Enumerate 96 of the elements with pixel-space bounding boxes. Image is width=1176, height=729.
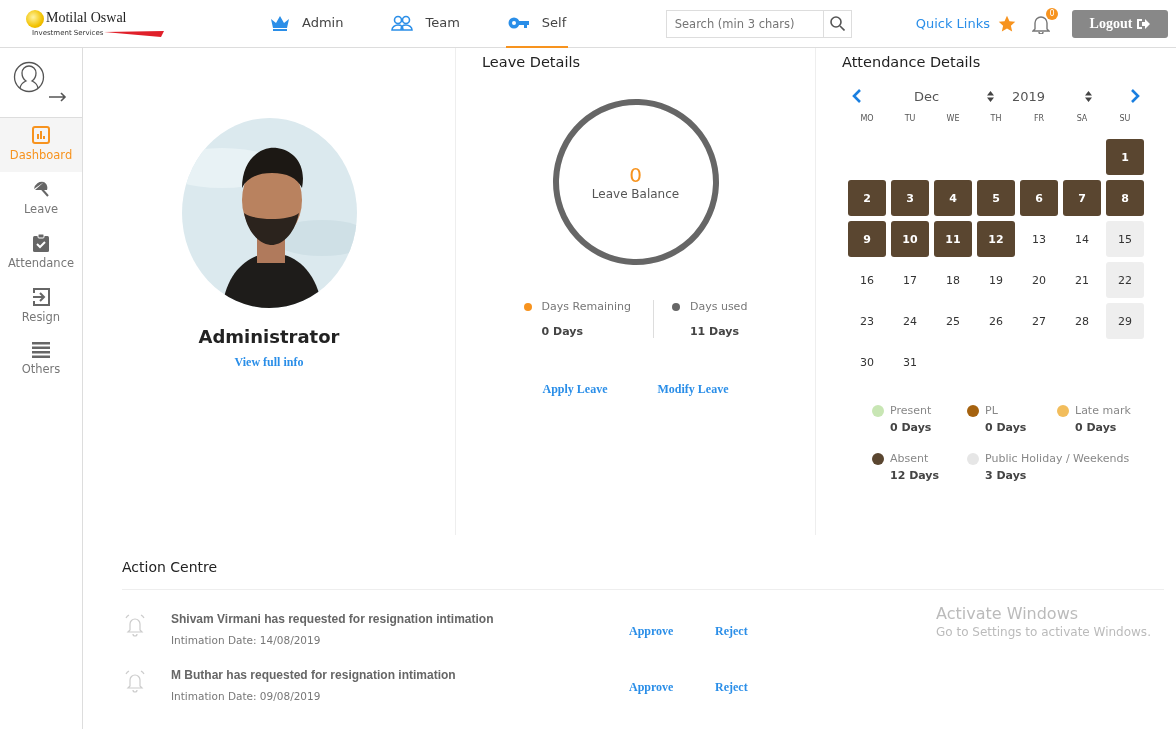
section-title: Action Centre bbox=[122, 559, 1164, 590]
search-field[interactable]: Search (min 3 chars) bbox=[665, 9, 824, 38]
calendar-day[interactable]: 13 bbox=[1020, 221, 1058, 257]
logout-button[interactable]: Logout bbox=[1072, 9, 1168, 38]
calendar-day[interactable]: 17 bbox=[891, 262, 929, 298]
stat-value: 0 Days bbox=[541, 325, 585, 338]
sidebar-item[interactable]: Attendance bbox=[0, 226, 82, 280]
legend-value: 0 Days bbox=[890, 421, 933, 434]
weekday-label: MO bbox=[859, 114, 875, 125]
year-select[interactable]: 2019 bbox=[1012, 88, 1092, 104]
section-title: Attendance Details bbox=[842, 54, 982, 70]
weekday-label: WE bbox=[945, 114, 961, 125]
request-message: Shivam Virmani has requested for resignation intimation bbox=[171, 612, 495, 626]
weekday-label: TU bbox=[903, 114, 917, 125]
month-select[interactable]: Dec bbox=[914, 88, 994, 104]
profile-name: Administrator bbox=[198, 326, 340, 347]
weekday-label: SU bbox=[1118, 114, 1132, 125]
calendar-day[interactable]: 3 bbox=[891, 180, 929, 216]
calendar-day[interactable]: 6 bbox=[1020, 180, 1058, 216]
calendar-day[interactable]: 23 bbox=[848, 303, 886, 339]
calendar-day[interactable]: 16 bbox=[848, 262, 886, 298]
legend-value: 12 Days bbox=[890, 469, 941, 482]
calendar-day[interactable]: 31 bbox=[891, 344, 929, 380]
weekday-label: SA bbox=[1075, 114, 1089, 125]
legend-label: Public Holiday / Weekends bbox=[985, 452, 1131, 465]
activation-text: Go to Settings to activate Windows. bbox=[936, 625, 1151, 639]
weekday-label: TH bbox=[989, 114, 1003, 125]
notification-bell-icon[interactable] bbox=[1032, 13, 1050, 34]
nav-tab[interactable]: Admin bbox=[268, 0, 346, 48]
exit-icon bbox=[32, 288, 50, 306]
people-icon bbox=[391, 14, 414, 31]
balance-value: 0 bbox=[629, 163, 642, 187]
request-message: M Buthar has requested for resignation intimation bbox=[171, 668, 457, 682]
calendar-day[interactable]: 9 bbox=[848, 221, 886, 257]
balance-label: Leave Balance bbox=[591, 187, 680, 201]
calendar-day[interactable]: 15 bbox=[1106, 221, 1144, 257]
crown-icon bbox=[270, 14, 290, 31]
legend-value: 0 Days bbox=[985, 421, 1028, 434]
request-date: Intimation Date: 09/08/2019 bbox=[171, 690, 322, 702]
star-icon[interactable] bbox=[998, 14, 1016, 33]
legend-value: 3 Days bbox=[985, 469, 1028, 482]
calendar-day[interactable]: 11 bbox=[934, 221, 972, 257]
stat-label: Days used bbox=[689, 300, 748, 313]
calendar-day[interactable]: 22 bbox=[1106, 262, 1144, 298]
legend-label: Present bbox=[890, 404, 933, 417]
next-month-button[interactable] bbox=[1130, 88, 1140, 104]
calendar-day[interactable]: 5 bbox=[977, 180, 1015, 216]
logo-name: Motilal Oswal bbox=[46, 9, 127, 26]
legend-label: Absent bbox=[890, 452, 930, 465]
calendar-day[interactable]: 24 bbox=[891, 303, 929, 339]
calendar-day[interactable]: 27 bbox=[1020, 303, 1058, 339]
legend-value: 0 Days bbox=[1075, 421, 1118, 434]
search-button[interactable] bbox=[823, 9, 852, 38]
stat-label: Days Remaining bbox=[541, 300, 631, 313]
calendar-day[interactable]: 7 bbox=[1063, 180, 1101, 216]
sidebar-item[interactable]: Leave bbox=[0, 172, 82, 226]
sort-icon bbox=[1085, 90, 1092, 102]
legend-label: Late mark bbox=[1075, 404, 1132, 417]
clipboard-icon bbox=[33, 234, 49, 252]
search-icon bbox=[829, 16, 845, 31]
nav-tab[interactable]: Self bbox=[505, 0, 569, 48]
calendar-day[interactable]: 30 bbox=[848, 344, 886, 380]
nav-tab[interactable]: Team bbox=[389, 0, 462, 48]
stat-value: 11 Days bbox=[689, 325, 741, 338]
sidebar-item[interactable]: Resign bbox=[0, 280, 82, 334]
calendar-day[interactable]: 21 bbox=[1063, 262, 1101, 298]
section-title: Leave Details bbox=[482, 54, 580, 70]
request-date: Intimation Date: 14/08/2019 bbox=[171, 634, 322, 646]
bar-chart-icon bbox=[32, 126, 50, 144]
calendar-day[interactable]: 1 bbox=[1106, 139, 1144, 175]
logo-sun-icon bbox=[26, 9, 44, 28]
calendar-day[interactable]: 29 bbox=[1106, 303, 1144, 339]
menu-icon bbox=[32, 342, 50, 358]
calendar-day[interactable]: 28 bbox=[1063, 303, 1101, 339]
previous-month-button[interactable] bbox=[852, 88, 862, 104]
calendar-day[interactable]: 4 bbox=[934, 180, 972, 216]
calendar-day[interactable]: 12 bbox=[977, 221, 1015, 257]
calendar-day[interactable]: 20 bbox=[1020, 262, 1058, 298]
notification-count: 0 bbox=[1046, 7, 1058, 20]
calendar-day[interactable]: 25 bbox=[934, 303, 972, 339]
key-icon bbox=[507, 15, 530, 30]
calendar-day[interactable]: 19 bbox=[977, 262, 1015, 298]
umbrella-icon bbox=[32, 180, 50, 198]
weekday-label: FR bbox=[1032, 114, 1046, 125]
activation-title: Activate Windows bbox=[936, 604, 1080, 623]
quick-links-link[interactable]: Quick Links bbox=[915, 16, 990, 31]
legend-label: PL bbox=[985, 404, 999, 417]
logout-icon bbox=[1136, 17, 1151, 30]
calendar-day[interactable]: 18 bbox=[934, 262, 972, 298]
calendar-day[interactable]: 26 bbox=[977, 303, 1015, 339]
calendar-day[interactable]: 14 bbox=[1063, 221, 1101, 257]
calendar-day[interactable]: 8 bbox=[1106, 180, 1144, 216]
calendar-day[interactable]: 2 bbox=[848, 180, 886, 216]
calendar-day[interactable]: 10 bbox=[891, 221, 929, 257]
sidebar-item[interactable]: Others bbox=[0, 334, 82, 388]
sort-icon bbox=[987, 90, 994, 102]
